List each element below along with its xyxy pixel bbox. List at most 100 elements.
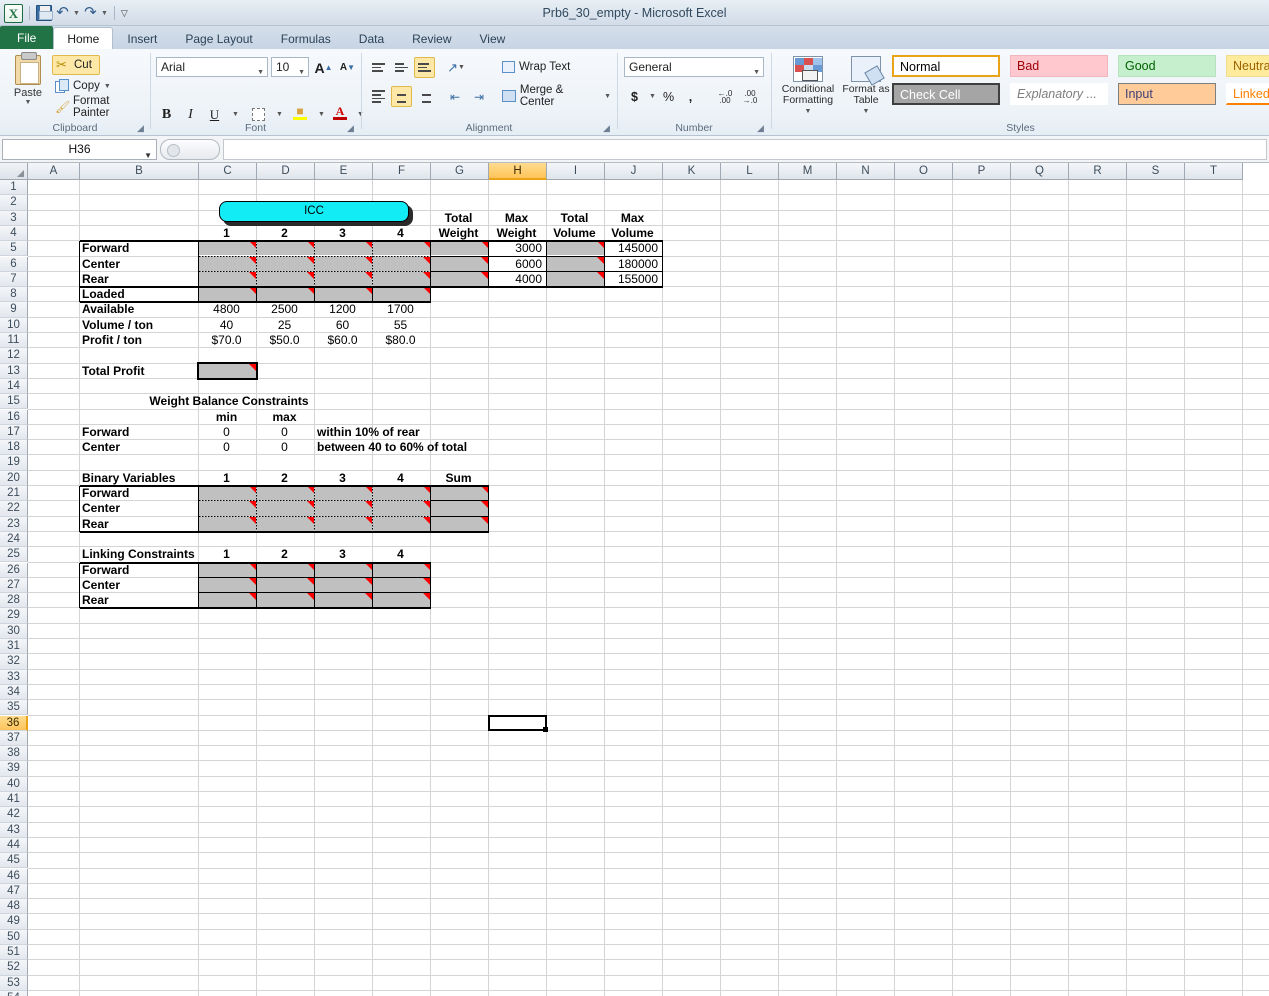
shrink-font-button[interactable]: A ▼ xyxy=(337,57,358,78)
cell-E25[interactable]: 3 xyxy=(315,547,370,562)
input-cell-E5[interactable] xyxy=(315,241,372,256)
row-header-32[interactable]: 32 xyxy=(0,654,28,670)
percent-button[interactable]: % xyxy=(658,86,679,107)
clipboard-dialog-launcher-icon[interactable]: ◢ xyxy=(137,123,147,133)
input-cell-D8[interactable] xyxy=(257,287,314,302)
number-format-combobox[interactable]: General ▼ xyxy=(624,57,764,77)
font-name-combobox[interactable]: Arial ▼ xyxy=(156,57,268,77)
cell-C17[interactable]: 0 xyxy=(199,425,254,440)
column-header-P[interactable]: P xyxy=(953,163,1011,180)
cell-F11[interactable]: $80.0 xyxy=(373,333,428,348)
conditional-formatting-button[interactable]: Conditional Formatting ▼ xyxy=(780,53,836,117)
input-cell-F27[interactable] xyxy=(373,577,430,593)
input-cell-F22[interactable] xyxy=(373,501,430,516)
cell-G3[interactable]: Total xyxy=(431,211,486,226)
cell-C10[interactable]: 40 xyxy=(199,318,254,333)
cell-B23[interactable]: Rear xyxy=(82,517,198,532)
cell-C4[interactable]: 1 xyxy=(199,226,254,241)
merge-dropdown-icon[interactable]: ▼ xyxy=(604,93,611,100)
column-header-D[interactable]: D xyxy=(257,163,315,180)
cell-J7[interactable]: 155000 xyxy=(605,272,658,287)
row-header-15[interactable]: 15 xyxy=(0,394,28,410)
cell-C9[interactable]: 4800 xyxy=(199,302,254,317)
cell-H5[interactable]: 3000 xyxy=(489,241,542,256)
row-header-14[interactable]: 14 xyxy=(0,378,28,395)
row-header-16[interactable]: 16 xyxy=(0,409,28,425)
cell-E9[interactable]: 1200 xyxy=(315,302,370,317)
input-cell-E23[interactable] xyxy=(315,516,372,531)
cell-G20[interactable]: Sum xyxy=(431,471,486,486)
style-linked-c[interactable]: Linked C xyxy=(1226,83,1269,105)
cell-H4[interactable]: Weight xyxy=(489,226,544,241)
input-cell-D23[interactable] xyxy=(257,516,314,531)
chevron-down-icon-3[interactable]: ▼ xyxy=(753,64,760,82)
input-cell-E28[interactable] xyxy=(315,593,372,608)
paste-button[interactable]: Paste ▼ xyxy=(8,52,48,106)
style-input[interactable]: Input xyxy=(1118,83,1216,105)
active-cell-selection[interactable] xyxy=(488,714,548,733)
cell-B25[interactable]: Linking Constraints xyxy=(82,547,198,562)
input-cell-C28[interactable] xyxy=(199,593,256,608)
row-header-26[interactable]: 26 xyxy=(0,562,28,578)
input-cell-E8[interactable] xyxy=(315,287,372,302)
font-color-button[interactable]: A xyxy=(329,102,351,123)
ribbon-tab-page-layout[interactable]: Page Layout xyxy=(171,27,266,49)
align-left-button[interactable] xyxy=(368,86,389,107)
align-bottom-button[interactable] xyxy=(414,57,435,78)
cut-button[interactable]: ✂ Cut xyxy=(52,55,100,75)
cell-E20[interactable]: 3 xyxy=(315,471,370,486)
column-header-I[interactable]: I xyxy=(547,163,605,180)
row-header-35[interactable]: 35 xyxy=(0,700,28,716)
row-header-2[interactable]: 2 xyxy=(0,195,28,211)
input-cell-E26[interactable] xyxy=(315,562,372,577)
input-cell-F21[interactable] xyxy=(373,486,430,501)
decrease-decimal-button[interactable]: .00 →.0 xyxy=(738,86,762,107)
input-cell-D5[interactable] xyxy=(257,241,314,256)
cell-E4[interactable]: 3 xyxy=(315,226,370,241)
row-header-29[interactable]: 29 xyxy=(0,608,28,624)
align-right-button[interactable] xyxy=(414,86,435,107)
input-cell-E22[interactable] xyxy=(315,501,372,516)
format-as-table-dropdown-icon[interactable]: ▼ xyxy=(838,106,894,117)
ribbon-tab-view[interactable]: View xyxy=(466,27,520,49)
formula-bar-buttons[interactable]: fx xyxy=(160,139,233,160)
row-header-3[interactable]: 3 xyxy=(0,210,28,226)
input-cell-C6[interactable] xyxy=(199,256,256,271)
input-cell-C8[interactable] xyxy=(199,287,256,302)
input-cell-E7[interactable] xyxy=(315,271,372,287)
cell-I4[interactable]: Volume xyxy=(547,226,602,241)
cell-H6[interactable]: 6000 xyxy=(489,257,542,272)
input-cell-I6[interactable] xyxy=(547,256,604,271)
input-cell-F23[interactable] xyxy=(373,516,430,531)
input-cell-G5[interactable] xyxy=(431,241,488,256)
column-header-K[interactable]: K xyxy=(663,163,721,180)
row-header-41[interactable]: 41 xyxy=(0,792,28,808)
cell-B8[interactable]: Loaded xyxy=(82,287,198,302)
cell-B11[interactable]: Profit / ton xyxy=(82,333,198,348)
row-header-28[interactable]: 28 xyxy=(0,593,28,609)
input-cell-G7[interactable] xyxy=(431,271,488,287)
input-cell-D6[interactable] xyxy=(257,256,314,271)
row-header-48[interactable]: 48 xyxy=(0,899,28,915)
row-header-9[interactable]: 9 xyxy=(0,302,28,318)
grow-font-button[interactable]: A ▲ xyxy=(313,57,334,78)
cell-D4[interactable]: 2 xyxy=(257,226,312,241)
input-cell-C13[interactable] xyxy=(199,363,256,378)
copy-button[interactable]: Copy ▼ xyxy=(52,76,118,96)
cell-B17[interactable]: Forward xyxy=(82,425,198,440)
column-header-N[interactable]: N xyxy=(837,163,895,180)
cell-E18[interactable]: between 40 to 60% of total xyxy=(317,440,577,455)
row-header-30[interactable]: 30 xyxy=(0,623,28,639)
cell-B13[interactable]: Total Profit xyxy=(82,364,198,379)
column-header-F[interactable]: F xyxy=(373,163,431,180)
cell-F25[interactable]: 4 xyxy=(373,547,428,562)
row-header-50[interactable]: 50 xyxy=(0,929,28,945)
input-cell-E27[interactable] xyxy=(315,577,372,593)
cell-B22[interactable]: Center xyxy=(82,501,198,516)
cell-J5[interactable]: 145000 xyxy=(605,241,658,256)
row-header-51[interactable]: 51 xyxy=(0,945,28,961)
chevron-down-icon[interactable]: ▼ xyxy=(257,64,264,82)
cell-F9[interactable]: 1700 xyxy=(373,302,428,317)
column-header-O[interactable]: O xyxy=(895,163,953,180)
row-header-46[interactable]: 46 xyxy=(0,868,28,884)
